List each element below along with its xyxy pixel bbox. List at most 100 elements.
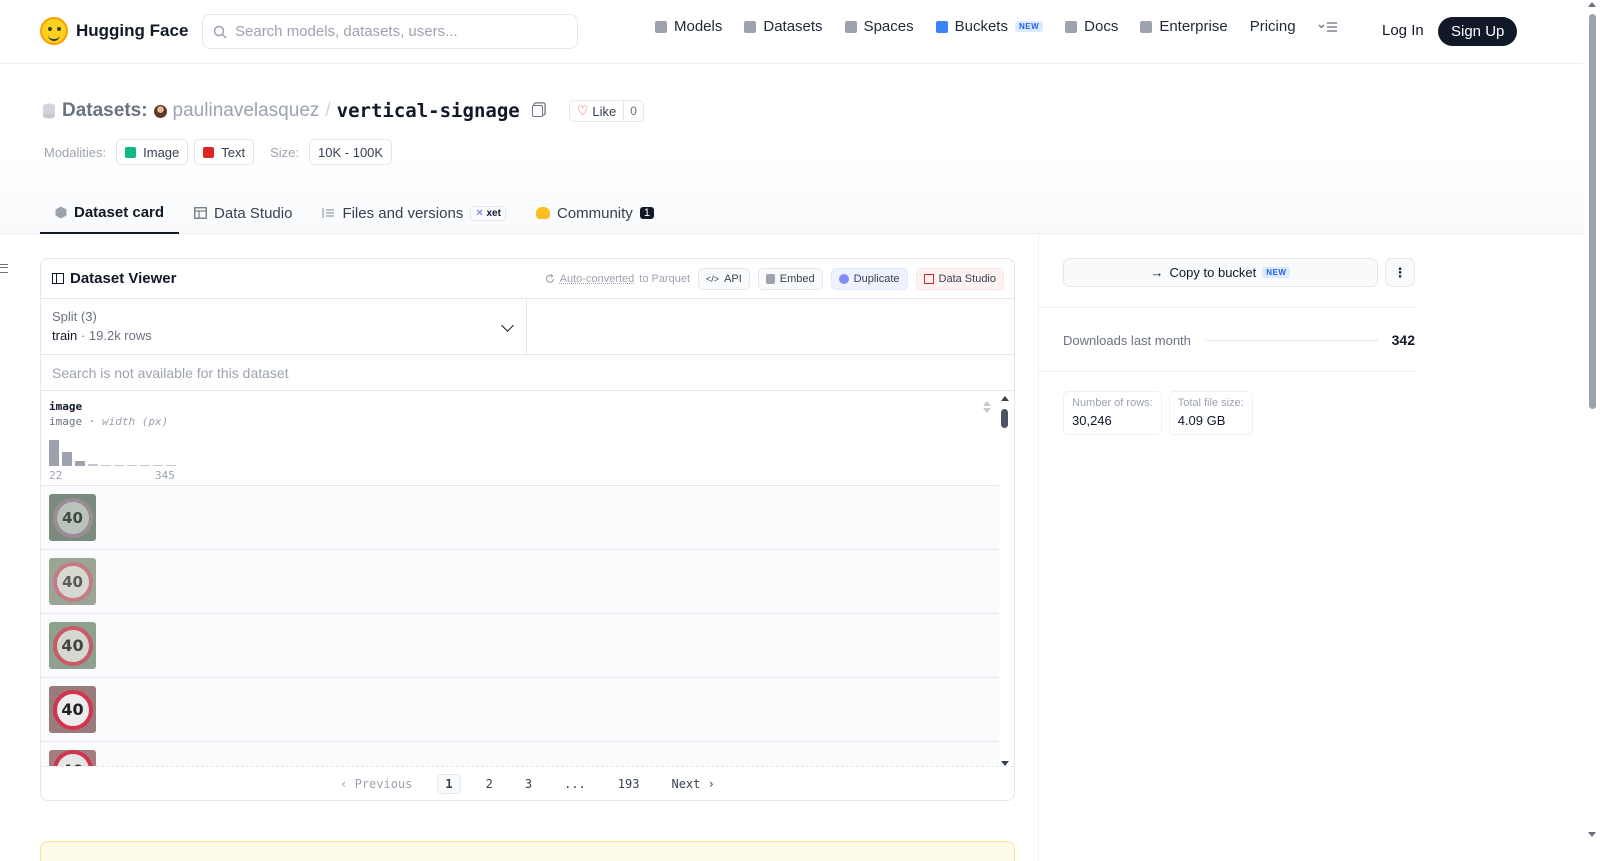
like-count[interactable]: 0 xyxy=(624,104,643,118)
histogram-bar[interactable] xyxy=(127,465,137,466)
duplicate-icon xyxy=(838,274,849,284)
size-tag[interactable]: 10K - 100K xyxy=(309,139,393,165)
table-row[interactable]: 40 xyxy=(41,678,999,742)
previous-page-button[interactable]: ‹ Previous xyxy=(333,775,419,793)
login-link[interactable]: Log In xyxy=(1382,22,1424,39)
divider xyxy=(1039,307,1415,308)
page-ellipsis: ... xyxy=(564,776,586,791)
hugging-face-logo-icon xyxy=(40,17,68,45)
histogram-bar[interactable] xyxy=(153,465,163,466)
column-header-image[interactable]: image image · width (px) 22 345 xyxy=(41,391,999,486)
modality-text-tag[interactable]: Text xyxy=(194,139,255,165)
downloads-sparkline xyxy=(1204,339,1378,341)
embed-button[interactable]: Embed xyxy=(757,268,823,290)
avatar xyxy=(153,104,167,118)
copy-icon[interactable] xyxy=(531,105,543,117)
dataset-owner[interactable]: paulinavelasquez xyxy=(173,100,320,122)
dataset-tags: Modalities: Image Text Size: 10K - 100K xyxy=(44,139,393,165)
tab-files-and-versions[interactable]: Files and versions ✕ xet xyxy=(307,192,521,234)
image-thumbnail[interactable]: 40 xyxy=(49,558,96,605)
path-separator: / xyxy=(325,100,331,121)
more-options-button[interactable]: ⋮ xyxy=(1385,258,1415,287)
dataset-name[interactable]: vertical-signage xyxy=(337,100,520,122)
page-last-button[interactable]: 193 xyxy=(611,775,647,793)
nav-models[interactable]: Models xyxy=(655,18,722,35)
nav-enterprise[interactable]: Enterprise xyxy=(1140,18,1228,35)
histogram-max: 345 xyxy=(155,469,175,482)
split-row: Split (3) train · 19.2k rows xyxy=(41,299,1014,355)
image-icon xyxy=(125,146,137,158)
brand-logo[interactable]: Hugging Face xyxy=(40,17,188,45)
modality-image-tag[interactable]: Image xyxy=(116,139,189,165)
tab-data-studio[interactable]: Data Studio xyxy=(179,192,307,234)
scrollbar-thumb[interactable] xyxy=(1589,14,1596,409)
image-thumbnail[interactable]: 40 xyxy=(49,494,96,541)
scroll-up-icon[interactable] xyxy=(1001,396,1009,401)
histogram-bar[interactable] xyxy=(62,452,72,466)
duplicate-button[interactable]: Duplicate xyxy=(830,268,908,290)
histogram-bar[interactable] xyxy=(75,461,85,466)
auto-converted-link[interactable]: Auto-converted xyxy=(560,273,635,285)
histogram-bar[interactable] xyxy=(166,465,176,466)
downloads-label: Downloads last month xyxy=(1063,332,1191,348)
split-label: Split (3) xyxy=(52,309,97,324)
api-button[interactable]: </> API xyxy=(698,268,750,290)
next-page-button[interactable]: Next › xyxy=(664,775,721,793)
nav-datasets[interactable]: Datasets xyxy=(744,18,823,35)
pagination: ‹ Previous 1 2 3 ... 193 Next › xyxy=(41,766,1014,800)
image-thumbnail[interactable]: 40 xyxy=(49,750,96,766)
page-3-button[interactable]: 3 xyxy=(518,775,539,793)
rows-label: Number of rows: xyxy=(1072,397,1153,409)
table-scrollbar[interactable] xyxy=(1000,396,1009,766)
page-scrollbar[interactable] xyxy=(1584,0,1600,861)
table-row[interactable]: 40 xyxy=(41,742,999,766)
nav-spaces[interactable]: Spaces xyxy=(844,18,914,35)
toc-toggle-icon[interactable] xyxy=(0,264,8,273)
copy-to-bucket-button[interactable]: → Copy to bucket NEW xyxy=(1063,258,1378,287)
scrollbar-thumb[interactable] xyxy=(1001,409,1008,428)
sort-icon[interactable] xyxy=(983,401,991,413)
nav-docs[interactable]: Docs xyxy=(1065,18,1118,35)
page-2-button[interactable]: 2 xyxy=(479,775,500,793)
scroll-down-icon[interactable] xyxy=(1001,761,1009,766)
viewer-header: Dataset Viewer Auto-converted to Parquet … xyxy=(41,259,1014,299)
image-thumbnail[interactable]: 40 xyxy=(49,686,96,733)
histogram-bar[interactable] xyxy=(101,465,111,466)
search-unavailable-note: Search is not available for this dataset xyxy=(41,355,1014,391)
split-selector[interactable]: Split (3) train · 19.2k rows xyxy=(41,299,527,354)
filesize-stat: Total file size: 4.09 GB xyxy=(1168,391,1253,435)
histogram-bar[interactable] xyxy=(114,465,124,466)
divider xyxy=(1039,371,1415,372)
enterprise-icon xyxy=(1140,20,1153,33)
width-histogram[interactable] xyxy=(49,440,179,466)
scroll-up-icon[interactable] xyxy=(1588,2,1596,7)
histogram-min: 22 xyxy=(49,469,63,482)
histogram-bar[interactable] xyxy=(88,464,98,466)
image-thumbnail[interactable]: 40 xyxy=(49,622,96,669)
rows-value: 30,246 xyxy=(1072,413,1112,428)
tab-community[interactable]: Community 1 xyxy=(521,192,669,234)
database-icon xyxy=(43,103,55,119)
nav-buckets[interactable]: Buckets NEW xyxy=(935,18,1044,35)
new-badge: NEW xyxy=(1014,21,1044,32)
like-button[interactable]: ♡ Like xyxy=(570,101,625,121)
table-row[interactable]: 40 xyxy=(41,550,999,614)
nav-more-menu[interactable] xyxy=(1318,21,1338,33)
histogram-bar[interactable] xyxy=(49,440,59,466)
data-studio-button[interactable]: Data Studio xyxy=(915,268,1004,290)
cube-icon xyxy=(655,20,667,33)
search-input[interactable] xyxy=(235,23,555,40)
scroll-down-icon[interactable] xyxy=(1588,832,1596,837)
arrow-right-icon: → xyxy=(1150,265,1164,280)
table-row[interactable]: 40 xyxy=(41,486,999,550)
rows-stat: Number of rows: 30,246 xyxy=(1063,391,1162,435)
table-row[interactable]: 40 xyxy=(41,614,999,678)
nav-pricing[interactable]: Pricing xyxy=(1250,18,1296,35)
tab-dataset-card[interactable]: Dataset card xyxy=(40,192,180,234)
histogram-bar[interactable] xyxy=(140,465,150,466)
search-box[interactable] xyxy=(202,14,578,49)
page-1-button[interactable]: 1 xyxy=(437,773,461,794)
datasets-prefix[interactable]: Datasets: xyxy=(62,100,148,122)
book-icon xyxy=(1065,20,1078,33)
signup-button[interactable]: Sign Up xyxy=(1438,17,1518,46)
